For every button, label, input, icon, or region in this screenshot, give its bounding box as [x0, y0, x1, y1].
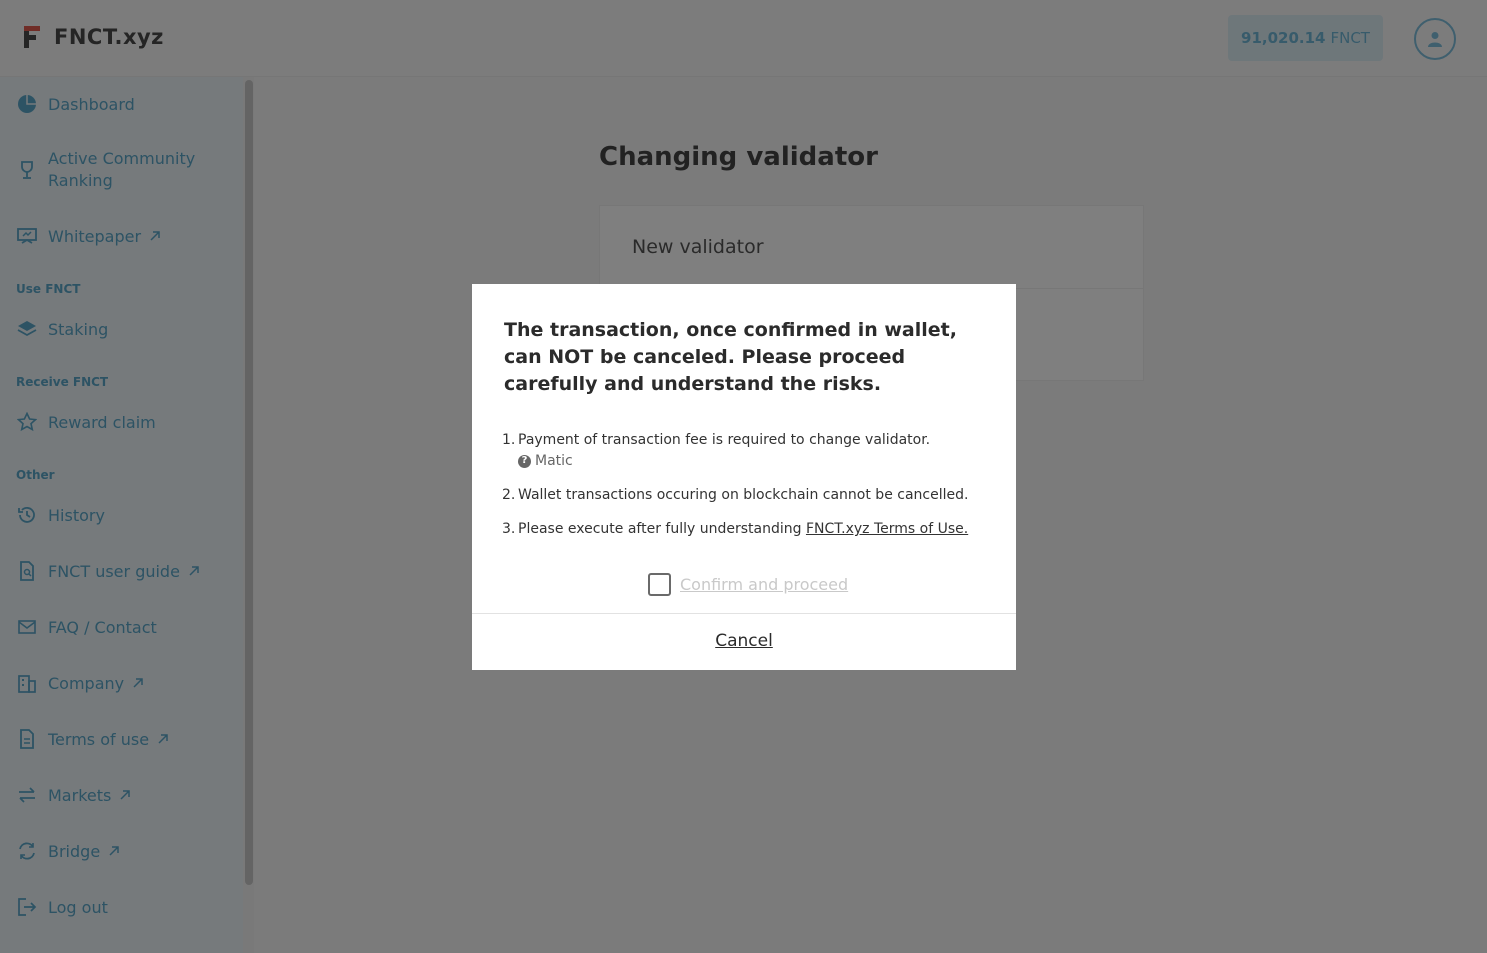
confirm-checkbox[interactable] — [648, 573, 671, 596]
confirm-and-proceed-button[interactable]: Confirm and proceed — [680, 575, 848, 594]
fee-currency: ? Matic — [518, 451, 992, 471]
terms-of-use-link[interactable]: FNCT.xyz Terms of Use. — [806, 521, 968, 537]
help-icon[interactable]: ? — [518, 454, 531, 468]
warning-list: 1. Payment of transaction fee is require… — [502, 430, 992, 553]
cancel-button[interactable]: Cancel — [472, 631, 1016, 651]
divider — [472, 613, 1016, 614]
list-item: 2. Wallet transactions occuring on block… — [502, 487, 969, 503]
list-item: 3. Please execute after fully understand… — [502, 521, 969, 537]
confirmation-modal: The transaction, once confirmed in walle… — [472, 284, 1016, 670]
confirm-row[interactable]: Confirm and proceed — [648, 573, 848, 596]
modal-title: The transaction, once confirmed in walle… — [504, 319, 957, 395]
list-item: 1. Payment of transaction fee is require… — [502, 430, 992, 471]
